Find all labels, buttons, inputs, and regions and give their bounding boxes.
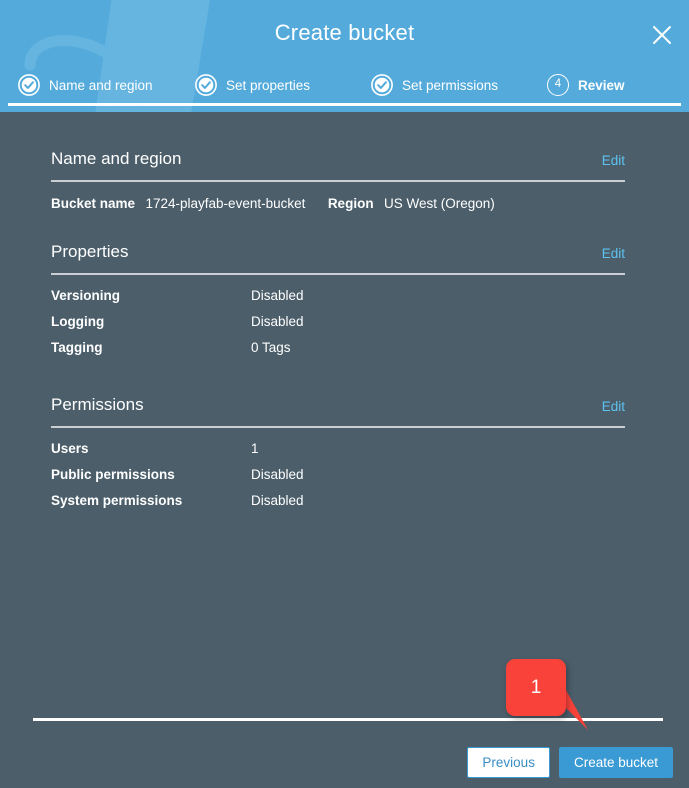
row-bucket-name-and-region: Bucket name 1724-playfab-event-bucket Re… — [51, 195, 625, 221]
annotation-number: 1 — [530, 677, 542, 698]
row-label: System permissions — [51, 493, 183, 508]
check-circle-icon — [195, 74, 217, 96]
step-name-and-region[interactable]: Name and region — [18, 70, 153, 100]
annotation-callout: 1 — [506, 659, 566, 716]
row-label: Logging — [51, 314, 105, 329]
step-label: Name and region — [49, 77, 153, 93]
table-row: Versioning Disabled — [51, 288, 625, 314]
section-divider — [51, 273, 625, 275]
step-label: Set properties — [226, 77, 311, 93]
section-title: Permissions — [51, 395, 144, 414]
check-circle-icon — [371, 74, 393, 96]
step-label: Review — [578, 77, 625, 93]
edit-permissions-link[interactable]: Edit — [602, 399, 625, 414]
row-label: Region — [327, 196, 374, 211]
row-label: Bucket name — [51, 196, 136, 211]
row-label: Tagging — [51, 340, 103, 355]
section-rows: Bucket name 1724-playfab-event-bucket Re… — [51, 195, 625, 221]
section-title: Properties — [51, 242, 129, 261]
section-rows: Versioning Disabled Logging Disabled Tag… — [51, 288, 625, 366]
step-review[interactable]: 4 Review — [547, 70, 625, 100]
step-number: 4 — [547, 74, 569, 96]
check-circle-icon — [18, 74, 40, 96]
section-divider — [51, 180, 625, 182]
page-title: Create bucket — [274, 20, 415, 45]
edit-properties-link[interactable]: Edit — [602, 246, 625, 261]
row-value: Disabled — [251, 288, 304, 303]
section-header: Properties Edit — [51, 242, 625, 270]
table-row: Tagging 0 Tags — [51, 340, 625, 366]
close-button[interactable] — [647, 20, 677, 50]
step-set-permissions[interactable]: Set permissions — [371, 70, 498, 100]
section-rows: Users 1 Public permissions Disabled Syst… — [51, 441, 625, 519]
footer-actions: Previous Create bucket — [467, 747, 673, 778]
row-value: Disabled — [251, 493, 304, 508]
section-title: Name and region — [51, 149, 182, 168]
step-set-properties[interactable]: Set properties — [195, 70, 310, 100]
section-divider — [51, 426, 625, 428]
dialog-body: Name and region Edit Bucket name 1724-pl… — [0, 112, 689, 788]
step-label: Set permissions — [402, 77, 499, 93]
section-name-and-region: Name and region Edit Bucket name 1724-pl… — [51, 149, 625, 221]
row-value: US West (Oregon) — [384, 196, 495, 211]
row-label: Versioning — [51, 288, 121, 303]
row-value: 1724-playfab-event-bucket — [145, 196, 306, 211]
row-label: Users — [51, 441, 89, 456]
table-row: Logging Disabled — [51, 314, 625, 340]
row-value: Disabled — [251, 314, 304, 329]
table-row: Public permissions Disabled — [51, 467, 625, 493]
edit-name-and-region-link[interactable]: Edit — [602, 153, 625, 168]
dialog-header: Create bucket Name and region Set proper… — [0, 0, 689, 112]
row-label: Public permissions — [51, 467, 175, 482]
section-header: Permissions Edit — [51, 395, 625, 423]
row-value: 0 Tags — [251, 340, 291, 355]
row-value: Disabled — [251, 467, 304, 482]
step-indicator: Name and region Set properties Set permi… — [0, 70, 689, 100]
section-header: Name and region Edit — [51, 149, 625, 177]
section-permissions: Permissions Edit Users 1 Public permissi… — [51, 395, 625, 519]
close-icon — [653, 26, 671, 44]
table-row: System permissions Disabled — [51, 493, 625, 519]
table-row: Users 1 — [51, 441, 625, 467]
section-properties: Properties Edit Versioning Disabled Logg… — [51, 242, 625, 366]
step-number-icon: 4 — [547, 74, 569, 96]
create-bucket-button[interactable]: Create bucket — [558, 747, 673, 778]
previous-button[interactable]: Previous — [467, 747, 550, 778]
create-bucket-dialog: Create bucket Name and region Set proper… — [0, 0, 689, 788]
row-value: 1 — [251, 441, 259, 456]
header-divider — [8, 103, 681, 106]
